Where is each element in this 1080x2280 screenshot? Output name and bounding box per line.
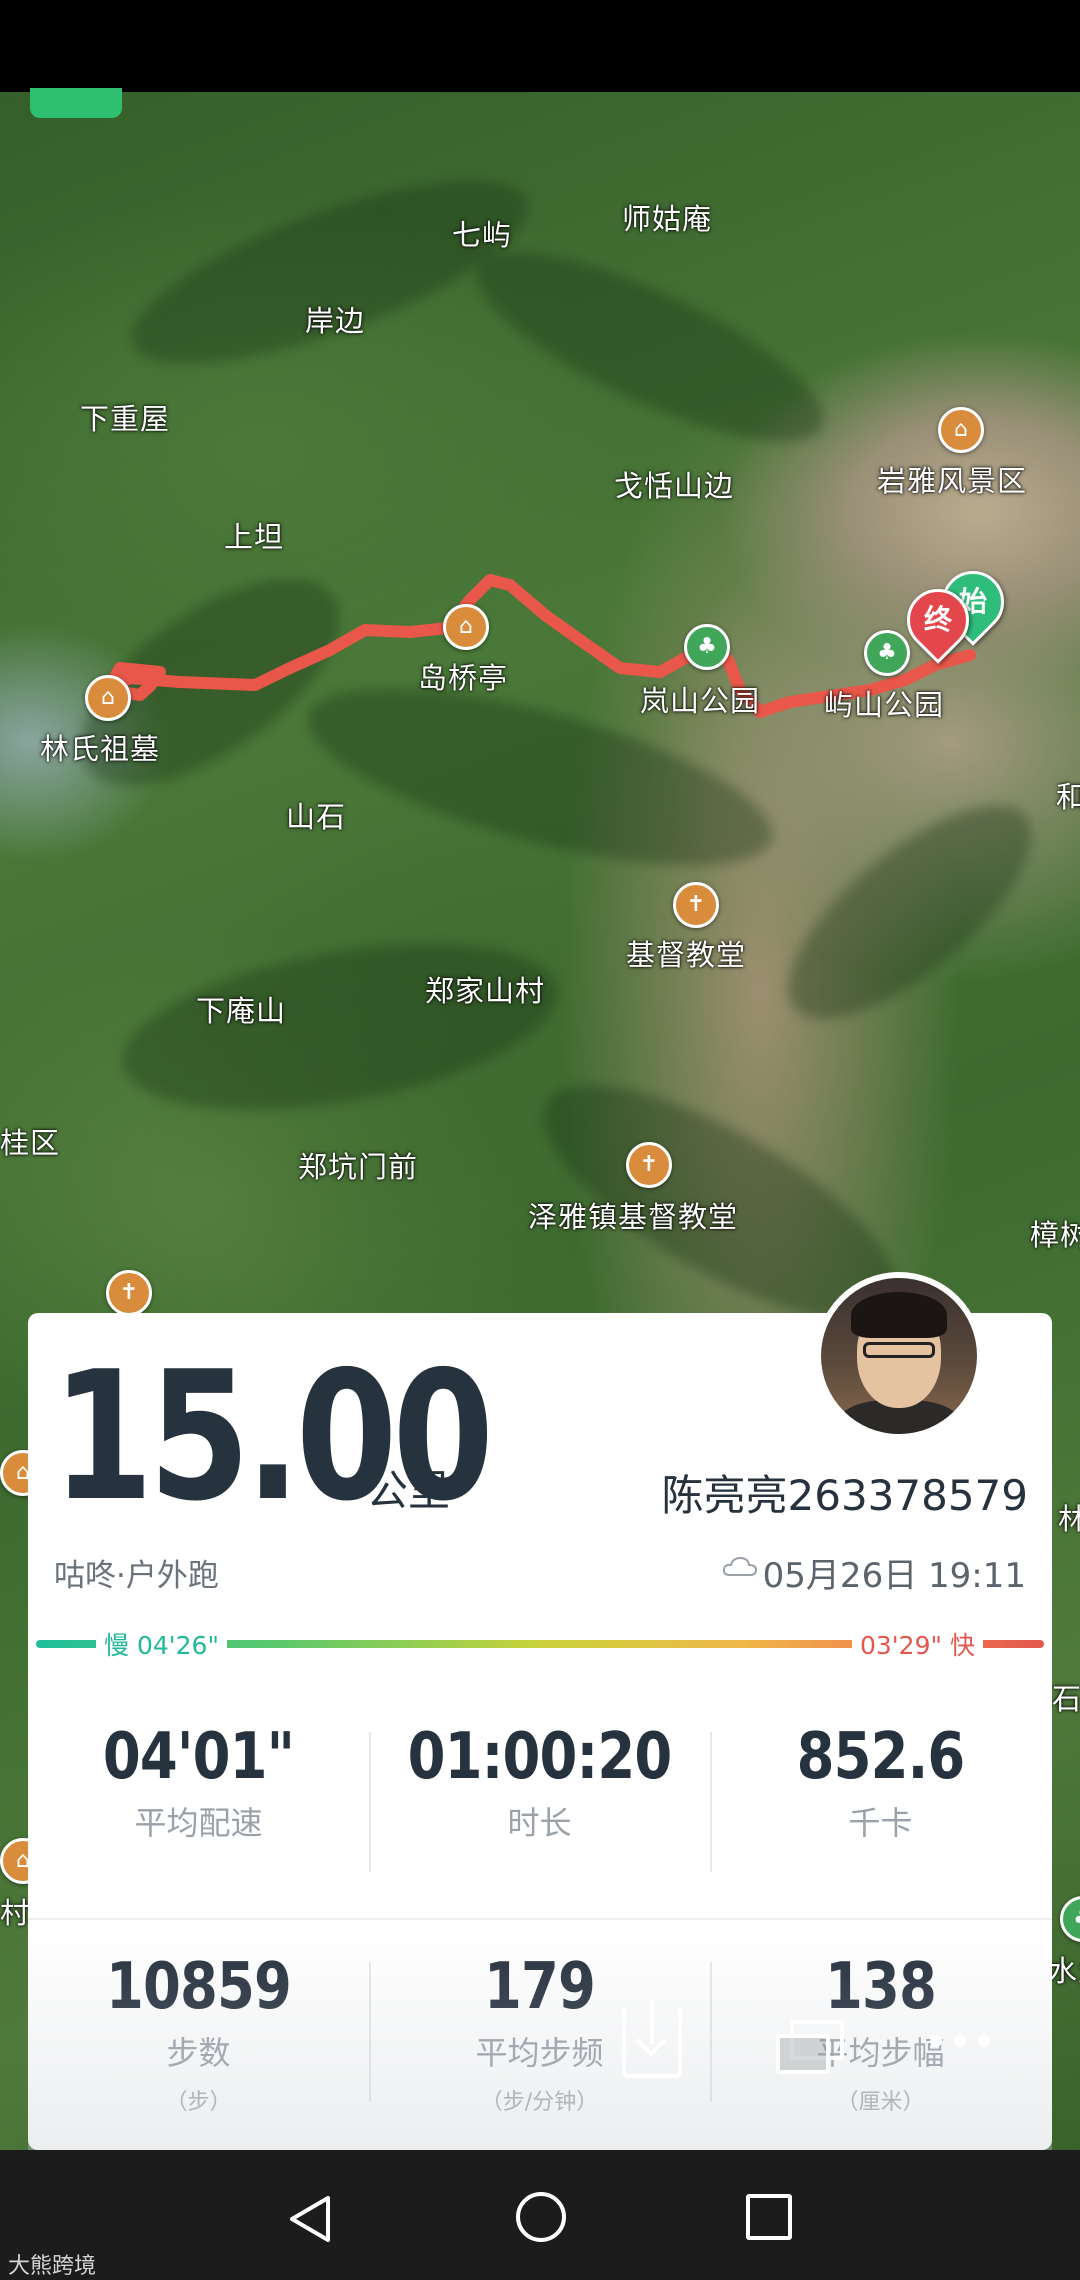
stat-steps: 10859 步数 （步）: [28, 1950, 369, 2150]
pace-slow-label: 慢 04'26": [96, 1626, 227, 1662]
map-label: 郑坑门前: [298, 1150, 419, 1184]
stat-value: 138: [824, 1950, 937, 2024]
recents-icon[interactable]: [746, 2194, 792, 2240]
stat-label: 时长: [507, 1804, 572, 1842]
map-label: 戈恬山边: [614, 469, 735, 503]
stat-label: 步数: [166, 2034, 231, 2072]
home-icon[interactable]: [516, 2192, 566, 2242]
map-label: 泽雅镇基督教堂: [528, 1200, 739, 1234]
more-icon[interactable]: [930, 2035, 990, 2047]
map-label: 林氏祖墓: [40, 732, 161, 766]
church-icon[interactable]: ✝: [673, 882, 719, 928]
cloud-icon: [722, 1556, 758, 1576]
stat-calories: 852.6 千卡: [710, 1720, 1051, 1880]
stat-unit: （厘米）: [836, 2090, 925, 2115]
map-label: 郑家山村: [425, 974, 546, 1008]
stat-stride: 138 平均步幅 （厘米）: [710, 1950, 1051, 2150]
stat-value: 01:00:20: [407, 1720, 673, 1794]
watermark: 大熊跨境: [8, 2254, 97, 2279]
stat-unit: （步）: [165, 2090, 232, 2115]
stat-unit: （步/分钟）: [480, 2090, 599, 2115]
stat-label: 平均步幅: [816, 2034, 945, 2072]
map-label: 林: [1058, 1502, 1080, 1536]
run-datetime: 05月26日 19:11: [762, 1556, 1026, 1596]
stat-value: 852.6: [796, 1720, 966, 1794]
map-label: 桂区: [0, 1126, 61, 1160]
avatar[interactable]: [815, 1272, 983, 1440]
map-label: 岚山公园: [640, 684, 761, 718]
map-label: 和: [1056, 780, 1080, 814]
map-label: 上坦: [224, 520, 285, 554]
park-icon[interactable]: ♣: [864, 630, 910, 676]
tomb-icon[interactable]: ⌂: [85, 675, 131, 721]
map-label: 石: [1052, 1682, 1080, 1716]
stat-label: 千卡: [848, 1804, 913, 1842]
stat-label: 平均配速: [134, 1804, 263, 1842]
divider: [28, 1918, 1052, 1920]
map-label: 基督教堂: [626, 938, 747, 972]
map-label: 下重屋: [80, 402, 171, 436]
stats-row-secondary: 10859 步数 （步） 179 平均步频 （步/分钟） 138 平均步幅 （厘…: [28, 1950, 1052, 2150]
map-label: 岛桥亭: [418, 661, 509, 695]
share-icon[interactable]: [776, 2020, 846, 2074]
map-label: 岩雅风景区: [877, 464, 1028, 498]
activity-type: 咕咚·户外跑: [54, 1558, 219, 1594]
church-icon[interactable]: ✝: [106, 1270, 152, 1316]
stat-value: 10859: [105, 1950, 292, 2024]
stat-avg-pace: 04'01" 平均配速: [28, 1720, 369, 1880]
map-label: 屿山公园: [824, 688, 945, 722]
park-icon[interactable]: ♣: [684, 624, 730, 670]
scenic-area-icon[interactable]: ⌂: [938, 407, 984, 453]
download-icon[interactable]: [622, 2000, 682, 2078]
back-icon[interactable]: [288, 2194, 332, 2244]
map-label: 岸边: [305, 304, 366, 338]
map-label: 樟树: [1030, 1218, 1080, 1252]
map-label: 水生: [1048, 1954, 1080, 1988]
pavilion-icon[interactable]: ⌂: [443, 604, 489, 650]
map-label: 七屿: [452, 218, 513, 252]
user-name: 陈亮亮263378579: [661, 1471, 1029, 1520]
pace-fast-label: 03'29" 快: [852, 1626, 983, 1662]
stats-row-primary: 04'01" 平均配速 01:00:20 时长 852.6 千卡: [28, 1720, 1052, 1880]
map-label: 山石: [286, 800, 347, 834]
map-label: 师姑庵: [622, 202, 713, 236]
stat-value: 04'01": [102, 1720, 295, 1794]
church-icon[interactable]: ✝: [626, 1142, 672, 1188]
stat-duration: 01:00:20 时长: [369, 1720, 710, 1880]
distance-unit: 公里: [366, 1466, 451, 1515]
map-label: 下庵山: [196, 994, 287, 1028]
